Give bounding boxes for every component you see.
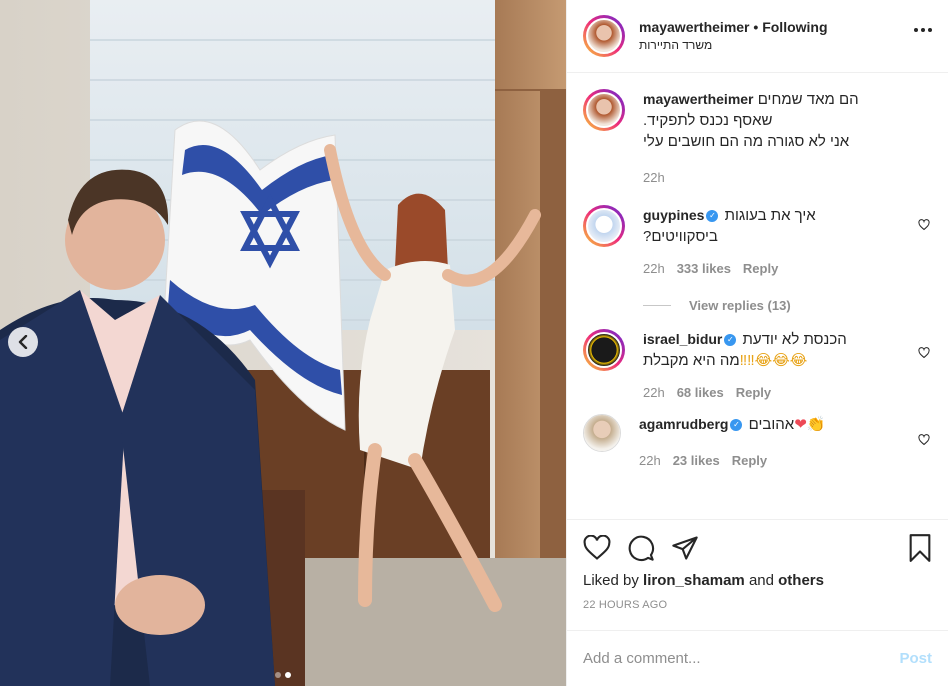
like-comment-heart-icon[interactable]: [918, 347, 930, 359]
comments-list[interactable]: mayawertheimer הם מאד שמחים שאסף נכנס לת…: [567, 73, 948, 519]
post-header: mayawertheimer • Following משרד התיירות: [567, 0, 948, 73]
reply-button[interactable]: Reply: [743, 261, 778, 276]
author-avatar[interactable]: [583, 15, 625, 57]
comment-button[interactable]: [627, 534, 655, 562]
view-replies-label: View replies (13): [689, 298, 791, 313]
header-separator: •: [753, 19, 759, 35]
share-button[interactable]: [671, 535, 699, 561]
bookmark-icon: [909, 533, 931, 562]
commenter-avatar[interactable]: [583, 205, 625, 247]
like-comment-heart-icon[interactable]: [918, 219, 930, 231]
post-comment-button[interactable]: Post: [899, 650, 932, 667]
caption-username[interactable]: mayawertheimer: [643, 91, 754, 107]
verified-icon: ✓: [706, 210, 719, 223]
commenter-username[interactable]: guypines: [643, 207, 704, 223]
post-actions: Liked by liron_shamam and others 22 HOUR…: [567, 519, 948, 611]
liked-by-prefix: Liked by: [583, 572, 639, 589]
commenter-avatar[interactable]: [583, 414, 621, 452]
caption-text-line3: אני לא סגורה מה הם חושבים עלי: [643, 133, 850, 150]
share-icon: [672, 535, 698, 560]
comment-text-line2: ביסקוויטים?: [643, 228, 718, 245]
reply-button[interactable]: Reply: [736, 385, 771, 400]
reply-button[interactable]: Reply: [732, 453, 767, 468]
post-timestamp[interactable]: 22 HOURS AGO: [583, 599, 932, 611]
action-icons: [583, 520, 932, 575]
heart-icon: [583, 534, 611, 560]
comment-likes[interactable]: 333 likes: [677, 261, 731, 276]
save-button[interactable]: [908, 533, 932, 562]
caption: mayawertheimer הם מאד שמחים שאסף נכנס לת…: [583, 73, 932, 185]
caption-time[interactable]: 22h: [643, 170, 665, 185]
carousel-indicator: [275, 672, 291, 678]
comment-text-line1: הכנסת לא יודעת: [742, 331, 847, 348]
add-comment-input[interactable]: [583, 650, 900, 667]
comment-time[interactable]: 22h: [643, 261, 665, 276]
liked-by-others[interactable]: others: [778, 572, 824, 589]
comment-likes[interactable]: 23 likes: [673, 453, 720, 468]
comment: guypines ✓ איך את בעוגות ביסקוויטים? 22h …: [583, 185, 932, 276]
verified-icon: ✓: [724, 334, 737, 347]
chevron-left-icon: [18, 335, 28, 349]
more-options-button[interactable]: [914, 28, 932, 32]
commenter-username[interactable]: israel_bidur: [643, 331, 722, 347]
replies-line: [643, 305, 671, 306]
comment: agamrudberg ✓ אהובים❤👏 22h 23 likes Reply: [583, 400, 932, 468]
add-comment-bar: Post: [567, 630, 948, 686]
liked-by-joiner: and: [748, 572, 774, 589]
caption-text-line2: שאסף נכנס לתפקיד.: [643, 112, 773, 129]
post-location[interactable]: משרד התיירות: [639, 36, 828, 54]
liked-by-user[interactable]: liron_shamam: [643, 572, 745, 589]
caption-avatar[interactable]: [583, 89, 625, 131]
comment-text-line1: איך את בעוגות: [724, 207, 816, 224]
comment-likes[interactable]: 68 likes: [677, 385, 724, 400]
commenter-username[interactable]: agamrudberg: [639, 416, 728, 432]
comment-time[interactable]: 22h: [639, 453, 661, 468]
comment-text-line2: מה היא מקבלת: [643, 352, 740, 369]
post-photo[interactable]: [0, 0, 566, 686]
comment: israel_bidur ✓ הכנסת לא יודעת מה היא מקבל…: [583, 313, 932, 400]
comment-emojis: ❤👏: [794, 416, 826, 433]
verified-icon: ✓: [730, 419, 743, 432]
post-side-panel: mayawertheimer • Following משרד התיירות …: [566, 0, 948, 686]
comment-time[interactable]: 22h: [643, 385, 665, 400]
carousel-dot-active: [285, 672, 291, 678]
instagram-post: mayawertheimer • Following משרד התיירות …: [0, 0, 948, 686]
comment-emojis: ‼‼😂😂😂: [739, 352, 808, 369]
comment-icon: [628, 535, 654, 561]
comment-text-line1: אהובים: [748, 416, 795, 433]
more-icon: [914, 28, 918, 32]
photo-scene: [0, 0, 566, 686]
header-text: mayawertheimer • Following משרד התיירות: [639, 18, 828, 54]
view-replies-button[interactable]: View replies (13): [643, 298, 932, 313]
following-button[interactable]: Following: [762, 19, 827, 35]
like-button[interactable]: [583, 534, 611, 561]
previous-photo-button[interactable]: [8, 327, 38, 357]
caption-text-line1: הם מאד שמחים: [757, 91, 859, 108]
commenter-avatar[interactable]: [583, 329, 625, 371]
author-username[interactable]: mayawertheimer: [639, 19, 750, 35]
likes-summary[interactable]: Liked by liron_shamam and others: [583, 572, 932, 589]
carousel-dot: [275, 672, 281, 678]
like-comment-heart-icon[interactable]: [918, 434, 930, 446]
